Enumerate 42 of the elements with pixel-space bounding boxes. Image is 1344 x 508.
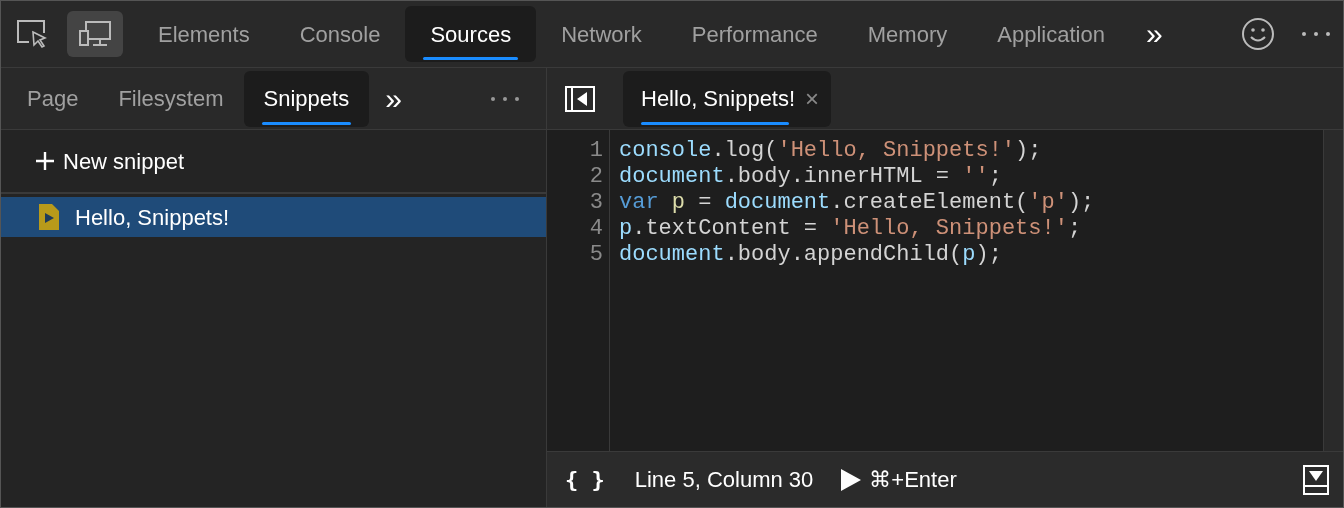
tab[interactable]: Filesystem bbox=[98, 70, 244, 127]
device-toolbar-button[interactable] bbox=[67, 11, 123, 57]
close-tab-button[interactable]: × bbox=[805, 86, 820, 111]
tab[interactable]: Elements bbox=[133, 6, 275, 62]
run-snippet-button[interactable]: ⌘+Enter bbox=[841, 463, 957, 496]
more-options-icon[interactable] bbox=[490, 95, 520, 102]
code-line: var p = document.createElement('p'); bbox=[619, 190, 1095, 216]
tab[interactable]: Network bbox=[536, 6, 667, 62]
more-options-icon[interactable] bbox=[1301, 31, 1331, 37]
cursor-position: Line 5, Column 30 bbox=[634, 466, 814, 494]
line-number: 5 bbox=[589, 242, 603, 268]
plus-icon bbox=[35, 151, 55, 171]
inspect-icon[interactable] bbox=[15, 18, 49, 50]
code-line: console.log('Hello, Snippets!'); bbox=[619, 138, 1042, 164]
code-line: document.body.appendChild(p); bbox=[619, 242, 1002, 268]
tab[interactable]: Application bbox=[972, 6, 1130, 62]
tab[interactable]: Sources bbox=[405, 6, 537, 62]
tab[interactable]: Snippets bbox=[243, 70, 370, 127]
scrollbar[interactable] bbox=[1323, 130, 1343, 451]
play-icon bbox=[841, 468, 862, 491]
tab[interactable]: Console bbox=[274, 6, 406, 62]
sidebar-toggle-icon[interactable] bbox=[565, 85, 595, 112]
tab[interactable]: Memory bbox=[842, 6, 973, 62]
snippet-item[interactable]: Hello, Snippets! bbox=[1, 197, 546, 237]
line-number: 1 bbox=[589, 138, 603, 164]
pretty-print-button[interactable]: { } bbox=[565, 463, 605, 496]
device-icon bbox=[78, 19, 112, 49]
tab-label: Hello, Snippets! bbox=[641, 85, 796, 113]
line-number: 3 bbox=[589, 190, 603, 216]
line-number: 2 bbox=[589, 164, 603, 190]
drawer-toggle-icon[interactable] bbox=[1303, 464, 1329, 495]
line-number: 4 bbox=[589, 216, 603, 242]
snippet-file-icon bbox=[39, 204, 59, 230]
smiley-icon[interactable] bbox=[1241, 17, 1275, 51]
tab[interactable]: Page bbox=[7, 70, 99, 127]
file-tab[interactable]: Hello, Snippets! × bbox=[623, 70, 832, 127]
tab[interactable]: Performance bbox=[666, 6, 843, 62]
code-line: document.body.innerHTML = ''; bbox=[619, 164, 1002, 190]
more-tabs-button[interactable]: » bbox=[1129, 19, 1179, 49]
more-tabs-button[interactable]: » bbox=[369, 83, 418, 114]
new-snippet-button[interactable]: New snippet bbox=[35, 144, 185, 178]
code-line: p.textContent = 'Hello, Snippets!'; bbox=[619, 216, 1082, 242]
